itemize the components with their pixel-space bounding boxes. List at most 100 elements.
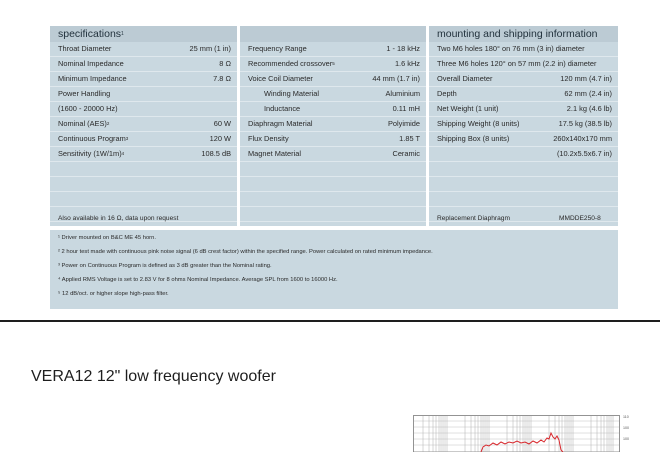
spec-label-text: Three M6 holes 120° on 57 mm (2.2 in) di…: [437, 59, 597, 68]
spec-value: 1.85 T: [399, 134, 420, 143]
mounting-row: Shipping Weight (8 units) 17.5 kg (38.5 l…: [429, 117, 618, 132]
spec-value: (10.2x5.5x6.7 in): [556, 149, 612, 158]
y-tick-label: 100: [623, 426, 629, 430]
spec-row: Nominal (AES)2 60 W: [50, 117, 237, 132]
spec-value: 2.1 kg (4.6 lb): [566, 104, 612, 113]
mounting-rows: Two M6 holes 180° on 76 mm (3 in) diamet…: [429, 42, 618, 222]
spec-value: 7.8 Ω: [213, 74, 231, 83]
spec-row: Recommended crossover5 1.6 kHz: [240, 57, 426, 72]
spec-value: 60 W: [213, 119, 231, 128]
spec-row: Power Handling: [50, 87, 237, 102]
spec-label-text: (1600 - 20000 Hz): [58, 104, 118, 113]
specifications-rows: Throat Diameter 25 mm (1 in) Nominal Imped…: [50, 42, 237, 222]
spec-row: Minimum Impedance 7.8 Ω: [50, 72, 237, 87]
spec-row: Nominal Impedance 8 Ω: [50, 57, 237, 72]
replacement-diaphragm-label: Replacement Diaphragm: [437, 215, 510, 222]
section-rule: [0, 320, 660, 322]
spec-label: Continuous Program3: [58, 132, 128, 146]
notes-divider: [50, 226, 618, 230]
empty-row: [50, 162, 237, 177]
frequency-response-graph: 110 100 100: [413, 415, 629, 452]
empty-row: [50, 177, 237, 192]
spec-value: 120 mm (4.7 in): [560, 74, 612, 83]
spec-label-text: Magnet Material: [248, 149, 301, 158]
spec-label: Net Weight (1 unit): [437, 102, 498, 116]
empty-row: [240, 162, 426, 177]
spec-value: Aluminium: [385, 89, 421, 98]
footnote-mark: 2: [106, 121, 110, 126]
alt-impedance-note: Also available in 16 Ω, data upon reques…: [58, 215, 179, 222]
empty-row: [240, 177, 426, 192]
footnote: ³ Power on Continuous Program is defined…: [58, 263, 272, 269]
spec-label: Recommended crossover5: [248, 57, 335, 71]
spec-value: 44 mm (1.7 in): [372, 74, 420, 83]
spec-row: Flux Density 1.85 T: [240, 132, 426, 147]
spec-label: Sensitivity (1W/1m)4: [58, 147, 124, 161]
spec-label: Power Handling: [58, 87, 110, 101]
spec-row: Frequency Range 1 - 18 kHz: [240, 42, 426, 57]
footnote-mark: 4: [121, 151, 125, 156]
empty-row: [429, 177, 618, 192]
mounting-row: (10.2x5.5x6.7 in): [429, 147, 618, 162]
empty-row: [429, 162, 618, 177]
mounting-row: Shipping Box (8 units) 260x140x170 mm: [429, 132, 618, 147]
spec-label-text: Frequency Range: [248, 44, 307, 53]
mounting-row: Net Weight (1 unit) 2.1 kg (4.6 lb): [429, 102, 618, 117]
spec-label-text: Voice Coil Diameter: [248, 74, 313, 83]
spec-label-text: Two M6 holes 180° on 76 mm (3 in) diamet…: [437, 44, 585, 53]
mounting-row: Three M6 holes 120° on 57 mm (2.2 in) di…: [429, 57, 618, 72]
spec-label: Nominal Impedance: [58, 57, 124, 71]
y-tick-label: 110: [623, 415, 629, 419]
spec-label-text: Shipping Weight (8 units): [437, 119, 520, 128]
spec-label: Diaphragm Material: [248, 117, 313, 131]
spec-label: Overall Diameter: [437, 72, 492, 86]
spec-label: Winding Material: [264, 87, 319, 101]
mounting-row: Two M6 holes 180° on 76 mm (3 in) diamet…: [429, 42, 618, 57]
spec-label: Frequency Range: [248, 42, 307, 56]
spec-label: Shipping Weight (8 units): [437, 117, 519, 131]
empty-row: [240, 192, 426, 207]
spec-label: Nominal (AES)2: [58, 117, 109, 131]
spec-label-text: Overall Diameter: [437, 74, 493, 83]
footnote: ¹ Driver mounted on B&C ME 45 horn.: [58, 235, 156, 241]
spec-label: Depth: [437, 87, 457, 101]
spec-label: Shipping Box (8 units): [437, 132, 509, 146]
spec-label: Flux Density: [248, 132, 289, 146]
spec-value: Ceramic: [392, 149, 420, 158]
spec-label: Two M6 holes 180° on 76 mm (3 in) diamet…: [437, 42, 585, 56]
spec-value: 1.6 kHz: [394, 59, 420, 68]
specifications-column: specifications1 Throat Diameter 25 mm (1 …: [50, 26, 237, 226]
spec-label: Minimum Impedance: [58, 72, 127, 86]
replacement-diaphragm-value: MMDDE250-8: [559, 215, 601, 222]
specifications-heading: specifications1: [50, 26, 237, 42]
spec-row: Voice Coil Diameter 44 mm (1.7 in): [240, 72, 426, 87]
footnote: ² 2 hour test made with continuous pink …: [58, 249, 433, 255]
spec-label-text: Throat Diameter: [58, 44, 112, 53]
spec-label-text: Diaphragm Material: [248, 119, 313, 128]
spec-value: 0.11 mH: [392, 104, 420, 113]
spec-label-text: Minimum Impedance: [58, 74, 127, 83]
footnote: ⁴ Applied RMS Voltage is set to 2.83 V f…: [58, 277, 338, 283]
spec-label: (1600 - 20000 Hz): [58, 102, 118, 116]
spec-value: 8 Ω: [219, 59, 231, 68]
spec-label: Three M6 holes 120° on 57 mm (2.2 in) di…: [437, 57, 596, 71]
spec-value: 120 W: [209, 134, 231, 143]
empty-row: [50, 192, 237, 207]
spec-label-text: Sensitivity (1W/1m): [58, 149, 122, 158]
mounting-heading: mounting and shipping information: [429, 26, 618, 42]
spec-value: 260x140x170 mm: [553, 134, 612, 143]
spec-label-text: Flux Density: [248, 134, 289, 143]
spec-row: (1600 - 20000 Hz): [50, 102, 237, 117]
mounting-column: mounting and shipping information Two M6…: [429, 26, 618, 226]
spec-label-text: Power Handling: [58, 89, 111, 98]
specification-sheet: specifications1 Throat Diameter 25 mm (1 …: [50, 26, 618, 309]
spec-value: 62 mm (2.4 in): [564, 89, 612, 98]
spec-value: 108.5 dB: [201, 149, 231, 158]
graph-svg: [413, 415, 620, 452]
spec-value: Polyimide: [387, 119, 420, 128]
spec-label: Throat Diameter: [58, 42, 111, 56]
specifications-heading-spacer: [240, 26, 426, 42]
mounting-row: Depth 62 mm (2.4 in): [429, 87, 618, 102]
spec-row: Winding Material Aluminium: [240, 87, 426, 102]
spec-row: Continuous Program3 120 W: [50, 132, 237, 147]
